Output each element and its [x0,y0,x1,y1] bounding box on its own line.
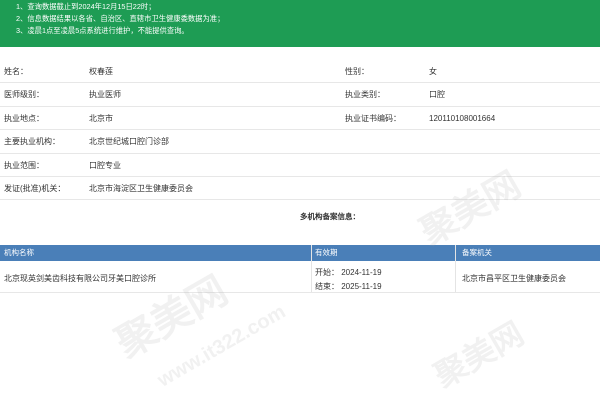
name-value: 权春莲 [89,67,113,76]
doctor-info-table: 姓名： 权春莲 性别： 女 医师级别： 执业医师 执业类别： 口腔 执业地点： … [0,60,600,201]
issuer-label: 发证(批准)机关： [4,183,66,193]
info-row: 发证(批准)机关： 北京市海淀区卫生健康委员会 [0,177,600,201]
notice-banner: 1、查询数据截止到2024年12月15日22时； 2、信息数据结果以各省、自治区… [0,0,600,47]
table-row: 北京现英剑美齿科技有限公司牙美口腔诊所 开始： 2024-11-19 结束： 2… [0,262,600,293]
certificate-value: 120110108001664 [429,113,496,123]
watermark: www.it322.com [153,300,290,392]
info-row: 执业范围： 口腔专业 [0,154,600,177]
main-institution-value: 北京世纪城口腔门诊部 [89,137,169,147]
info-row: 执业地点： 北京市 执业证书编码： 120110108001664 [0,107,600,131]
info-row: 姓名： 权春莲 性别： 女 [0,60,600,84]
name-label: 姓名： [4,67,28,76]
certificate-label: 执业证书编码： [345,113,401,123]
header-institution-name: 机构名称 [4,248,34,257]
notice-line: 2、信息数据结果以各省、自治区、直辖市卫生健康委数据为准； [16,14,225,23]
notice-line: 1、查询数据截止到2024年12月15日22时； [16,2,156,11]
validity-start: 开始： 2024-11-19 [315,268,382,277]
validity-end: 结束： 2025-11-19 [315,282,382,291]
gender-value: 女 [429,67,437,76]
multi-institution-title: 多机构备案信息： [300,212,360,221]
scope-value: 口腔专业 [89,160,121,170]
institution-name: 北京现英剑美齿科技有限公司牙美口腔诊所 [4,274,156,283]
level-value: 执业医师 [89,90,121,100]
header-validity: 有效期 [315,248,338,257]
institution-table-header: 机构名称 有效期 备案机关 [0,245,600,261]
watermark: 聚美网 [428,315,530,395]
location-value: 北京市 [89,113,113,123]
info-row: 医师级别： 执业医师 执业类别： 口腔 [0,83,600,107]
level-label: 医师级别： [4,90,44,100]
record-authority: 北京市昌平区卫生健康委员会 [462,274,566,283]
category-label: 执业类别： [345,90,385,100]
header-record-authority: 备案机关 [462,248,492,257]
info-row: 主要执业机构： 北京世纪城口腔门诊部 [0,130,600,154]
issuer-value: 北京市海淀区卫生健康委员会 [89,183,193,193]
location-label: 执业地点： [4,113,44,123]
gender-label: 性别： [345,67,369,76]
main-institution-label: 主要执业机构： [4,137,60,147]
category-value: 口腔 [429,90,445,100]
scope-label: 执业范围： [4,160,44,170]
notice-line: 3、凌晨1点至凌晨5点系统进行维护，不能提供查询。 [16,26,189,35]
